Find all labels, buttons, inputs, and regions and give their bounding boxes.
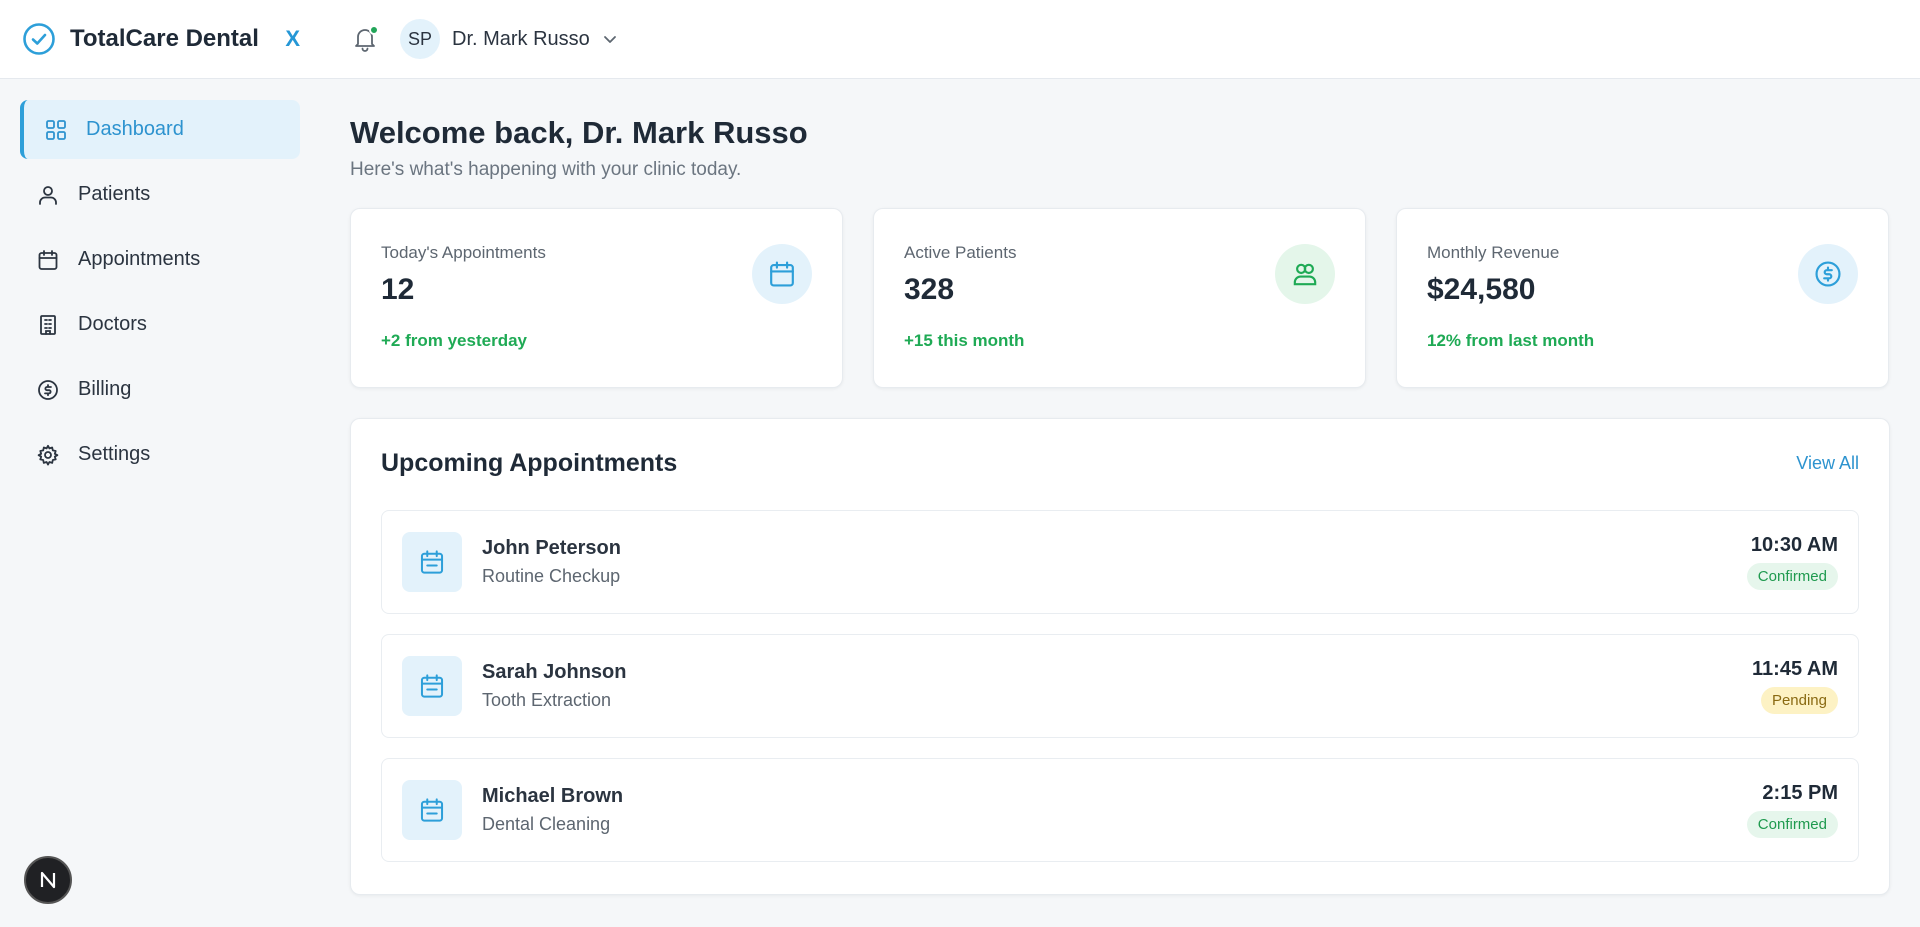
chevron-down-icon[interactable]: [602, 31, 618, 47]
sidebar-item-label: Billing: [78, 378, 132, 400]
sidebar-item-label: Settings: [78, 443, 151, 465]
main-content: Welcome back, Dr. Mark Russo Here's what…: [350, 79, 1890, 895]
stats-row: Today's Appointments 12 +2 from yesterda…: [350, 208, 1890, 388]
patient-name: John Peterson: [482, 537, 621, 559]
sidebar-item-patients[interactable]: Patients: [20, 165, 300, 224]
check-circle-logo-icon: [23, 23, 55, 55]
dev-tools-badge[interactable]: [24, 856, 72, 904]
sidebar-nav: Dashboard Patients Appointments Doctors …: [0, 79, 320, 484]
stat-value: $24,580: [1427, 273, 1536, 306]
stat-value: 328: [904, 273, 955, 306]
appointment-row[interactable]: John Peterson Routine Checkup 10:30 AM C…: [381, 510, 1859, 614]
stat-card-patients: Active Patients 328 +15 this month: [873, 208, 1366, 388]
sidebar-item-label: Dashboard: [86, 118, 184, 140]
appointment-time: 2:15 PM: [1762, 782, 1838, 804]
notifications-button[interactable]: [350, 24, 380, 54]
sidebar-item-label: Appointments: [78, 248, 201, 270]
sidebar-item-billing[interactable]: Billing: [20, 360, 300, 419]
close-sidebar-button[interactable]: X: [285, 26, 300, 52]
appointment-meta: 2:15 PM Confirmed: [1746, 782, 1838, 838]
appointment-meta: 10:30 AM Confirmed: [1746, 534, 1838, 590]
avatar[interactable]: SP: [400, 19, 440, 59]
appointment-row[interactable]: Michael Brown Dental Cleaning 2:15 PM Co…: [381, 758, 1859, 862]
panel-header: Upcoming Appointments View All: [381, 449, 1859, 478]
sidebar: TotalCare Dental X Dashboard Patients Ap…: [0, 0, 320, 927]
status-badge: Confirmed: [1746, 563, 1838, 590]
users-icon: [36, 183, 60, 207]
brand-header: TotalCare Dental X: [0, 0, 320, 79]
stat-card-revenue: Monthly Revenue $24,580 12% from last mo…: [1396, 208, 1889, 388]
appointment-info: Michael Brown Dental Cleaning: [482, 785, 623, 835]
sidebar-item-appointments[interactable]: Appointments: [20, 230, 300, 289]
page-subtitle: Here's what's happening with your clinic…: [350, 159, 742, 180]
building-icon: [36, 313, 60, 337]
upcoming-appointments-panel: Upcoming Appointments View All John Pete…: [350, 418, 1890, 895]
sidebar-item-dashboard[interactable]: Dashboard: [20, 100, 300, 159]
appointment-time: 10:30 AM: [1750, 534, 1838, 556]
stat-label: Monthly Revenue: [1427, 243, 1560, 262]
appointment-meta: 11:45 AM Pending: [1752, 658, 1838, 714]
user-name[interactable]: Dr. Mark Russo: [452, 28, 590, 51]
dollar-circle-icon: [36, 378, 60, 402]
status-badge: Confirmed: [1746, 811, 1838, 838]
grid-icon: [44, 118, 68, 142]
sidebar-item-doctors[interactable]: Doctors: [20, 295, 300, 354]
appointment-row[interactable]: Sarah Johnson Tooth Extraction 11:45 AM …: [381, 634, 1859, 738]
appointment-info: Sarah Johnson Tooth Extraction: [482, 661, 626, 711]
stat-note: +2 from yesterday: [381, 331, 527, 350]
calendar-icon: [402, 532, 462, 592]
sidebar-item-label: Doctors: [78, 313, 147, 335]
calendar-icon: [36, 248, 60, 272]
page-title: Welcome back, Dr. Mark Russo: [350, 115, 808, 150]
top-bar: SP Dr. Mark Russo: [320, 0, 1920, 79]
stat-card-appointments: Today's Appointments 12 +2 from yesterda…: [350, 208, 843, 388]
stat-note: +15 this month: [904, 331, 1025, 350]
appointment-time: 11:45 AM: [1752, 658, 1838, 680]
stat-note: 12% from last month: [1427, 331, 1595, 350]
appointment-type: Routine Checkup: [482, 566, 621, 586]
users-icon: [1275, 244, 1335, 304]
brand-name: TotalCare Dental: [70, 25, 259, 52]
appointment-list: John Peterson Routine Checkup 10:30 AM C…: [381, 510, 1859, 862]
notification-dot: [369, 25, 379, 35]
n-logo-icon: [40, 871, 56, 889]
appointment-type: Tooth Extraction: [482, 690, 612, 710]
patient-name: Sarah Johnson: [482, 661, 627, 683]
calendar-icon: [402, 656, 462, 716]
stat-label: Active Patients: [904, 243, 1017, 262]
panel-title: Upcoming Appointments: [381, 449, 678, 477]
status-badge: Pending: [1760, 687, 1838, 714]
stat-value: 12: [381, 273, 415, 306]
gear-icon: [36, 443, 60, 467]
appointment-type: Dental Cleaning: [482, 814, 611, 834]
sidebar-item-settings[interactable]: Settings: [20, 425, 300, 484]
view-all-link[interactable]: View All: [1796, 453, 1859, 474]
stat-label: Today's Appointments: [381, 243, 546, 262]
sidebar-item-label: Patients: [78, 183, 151, 205]
patient-name: Michael Brown: [482, 785, 624, 807]
appointment-info: John Peterson Routine Checkup: [482, 537, 621, 587]
dollar-circle-icon: [1798, 244, 1858, 304]
calendar-icon: [752, 244, 812, 304]
calendar-icon: [402, 780, 462, 840]
